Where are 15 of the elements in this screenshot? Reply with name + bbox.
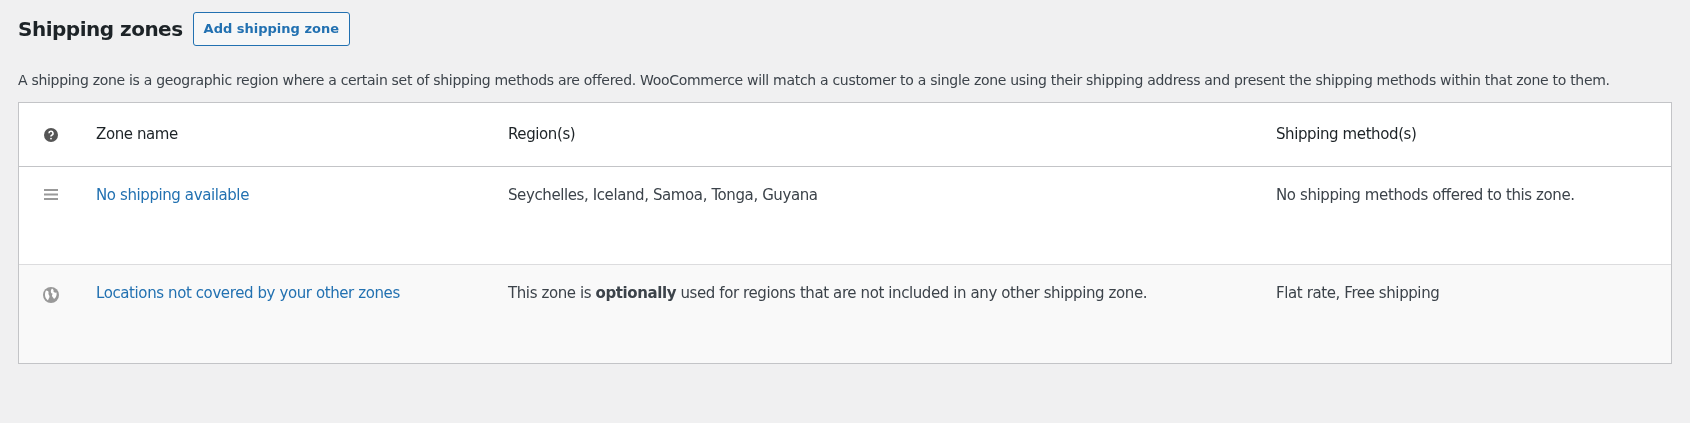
drag-handle-icon[interactable] <box>43 189 58 200</box>
column-header: Zone name <box>96 124 179 146</box>
add-shipping-zone-button[interactable]: Add shipping zone <box>192 12 350 46</box>
globe-icon <box>42 287 59 303</box>
regions-text: This zone is optionally used for regions that are not included in any other shipping zone. <box>508 283 1148 304</box>
zone-name-link[interactable]: Locations not covered by your other zones <box>96 282 400 305</box>
zone-name-link[interactable]: No shipping available <box>96 184 249 207</box>
page-heading: Shipping zones <box>18 16 183 43</box>
shipping-methods-text: No shipping methods offered to this zone. <box>1276 185 1575 206</box>
column-header: Shipping method(s) <box>1276 124 1418 146</box>
shipping-methods-text: Flat rate, Free shipping <box>1276 283 1440 304</box>
help-icon[interactable] <box>43 127 58 142</box>
description-text: A shipping zone is a geographic region where a certain set of shipping methods are offered. WooCommerce will match a customer to a single zone using their shipping address and present the shipping methods within that zone to them. <box>18 71 1611 90</box>
regions-text: Seychelles, Iceland, Samoa, Tonga, Guyana <box>508 185 818 206</box>
column-header: Region(s) <box>508 124 577 146</box>
